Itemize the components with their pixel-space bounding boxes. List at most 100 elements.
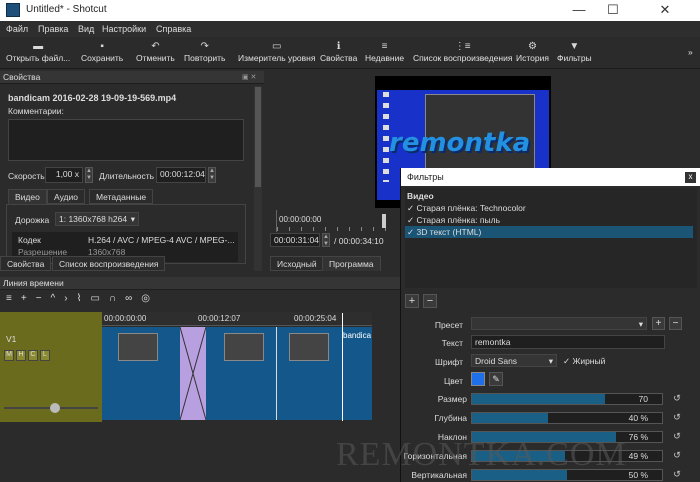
slider-bar[interactable]: 40 % — [471, 412, 663, 424]
append-icon[interactable]: + — [21, 293, 36, 304]
menu-help[interactable]: Справка — [156, 24, 191, 34]
redo-icon: ↷ — [200, 41, 209, 52]
tab-metadata[interactable]: Метаданные — [89, 189, 154, 204]
track-select[interactable]: 1: 1360x768 h264 ▾ — [55, 212, 139, 226]
mute-button[interactable]: M — [4, 350, 14, 361]
scrub-icon[interactable]: ◎ — [141, 293, 159, 304]
panel-float-close-icons[interactable]: ▣ ✕ — [242, 73, 256, 81]
timeline-clip[interactable] — [206, 327, 276, 420]
window-title: Untitled* - Shotcut — [26, 4, 107, 15]
preset-label: Пресет — [434, 320, 463, 330]
level-meter-button[interactable]: ▭ Измеритель уровня — [238, 40, 315, 63]
maximize-button[interactable]: ☐ — [596, 0, 630, 21]
timeline-clip[interactable]: bandica — [276, 327, 372, 420]
timeline-toolbar: ≡+−^›⌇▭∩∞◎ — [6, 293, 159, 304]
chevron-down-icon: ▾ — [548, 356, 553, 366]
reset-icon[interactable]: ↺ — [671, 431, 683, 443]
resolution-value: 1360x768 — [88, 247, 126, 256]
playhead-marker-icon[interactable] — [382, 214, 386, 228]
duration-label: Длительность — [99, 171, 155, 181]
timeline-playhead[interactable] — [342, 313, 343, 421]
bold-checkbox[interactable]: ✓ Жирный — [563, 356, 605, 367]
close-button[interactable]: ✕ — [630, 0, 700, 21]
tab-program[interactable]: Программа — [322, 256, 381, 271]
composite-button[interactable]: C — [27, 350, 38, 361]
eyedropper-icon[interactable]: ✎ — [489, 372, 503, 386]
position-spinner[interactable]: ▲ ▼ — [322, 233, 330, 247]
player-ruler[interactable]: 00:00:00:00 — [276, 210, 389, 232]
redo-button[interactable]: ↷ Повторить — [184, 40, 226, 63]
remove-icon[interactable]: − — [36, 293, 51, 304]
reset-icon[interactable]: ↺ — [671, 412, 683, 424]
menu-settings[interactable]: Настройки — [102, 24, 146, 34]
save-button[interactable]: ▪ Сохранить — [81, 40, 123, 63]
timeline-clip[interactable] — [102, 327, 180, 420]
menu-icon[interactable]: ≡ — [6, 293, 21, 304]
codec-value: H.264 / AVC / MPEG-4 AVC / MPEG-... — [88, 235, 235, 245]
comments-textarea[interactable] — [8, 119, 244, 161]
split-icon[interactable]: ⌇ — [77, 293, 91, 304]
filter-item-selected[interactable]: ✓ 3D текст (HTML) — [405, 226, 693, 238]
menu-file[interactable]: Файл — [6, 24, 28, 34]
reset-icon[interactable]: ↺ — [671, 393, 683, 405]
level-meter-icon: ▭ — [272, 41, 282, 52]
reset-icon[interactable]: ↺ — [671, 469, 683, 481]
playlist-icon: ⋮≡ — [454, 41, 471, 52]
properties-title: Свойства — [0, 71, 264, 84]
minimize-button[interactable]: — — [562, 0, 596, 21]
open-file-button[interactable]: ▬ Открыть файл... — [6, 40, 70, 63]
slider-value: 70 — [638, 394, 648, 404]
track-name: V1 — [6, 334, 17, 344]
zoom-slider-handle[interactable] — [50, 403, 60, 413]
overwrite-icon[interactable]: › — [64, 293, 76, 304]
timeline-ruler[interactable]: 00:00:00:00 00:00:12:07 00:00:25:04 — [102, 312, 372, 326]
filters-close-button[interactable]: x — [685, 172, 696, 183]
lift-icon[interactable]: ^ — [51, 293, 65, 304]
codec-label: Кодек — [18, 235, 41, 245]
undo-button[interactable]: ↶ Отменить — [136, 40, 175, 63]
snap-icon[interactable]: ∩ — [109, 293, 125, 304]
recent-button[interactable]: ≡ Недавние — [365, 40, 404, 63]
speed-input[interactable]: 1,00 x — [45, 167, 83, 183]
properties-button[interactable]: ℹ Свойства — [320, 40, 357, 63]
speed-spinner[interactable]: ▲ ▼ — [85, 167, 93, 183]
add-filter-button[interactable]: + — [405, 294, 419, 308]
delete-preset-button[interactable]: − — [669, 317, 682, 330]
filters-button[interactable]: ▼ Фильтры — [557, 40, 592, 63]
toolbar-overflow-button[interactable]: » — [688, 47, 693, 57]
tab-video[interactable]: Видео — [8, 189, 47, 204]
preset-select[interactable]: ▾ — [471, 317, 647, 330]
reset-icon[interactable]: ↺ — [671, 450, 683, 462]
tab-playlist-dock[interactable]: Список воспроизведения — [52, 256, 166, 271]
speed-label: Скорость — [8, 171, 45, 181]
filter-category: Видео — [407, 191, 434, 201]
timeline-title: Линия времени — [0, 277, 400, 290]
text-input[interactable]: remontka — [471, 335, 665, 349]
tab-source[interactable]: Исходный — [270, 256, 324, 271]
filter-item[interactable]: ✓ Старая плёнка: Technocolor — [405, 202, 693, 214]
filter-item[interactable]: ✓ Старая плёнка: пыль — [405, 214, 693, 226]
save-preset-button[interactable]: + — [652, 317, 665, 330]
color-swatch-button[interactable] — [471, 372, 485, 386]
hide-button[interactable]: H — [15, 350, 26, 361]
menu-edit[interactable]: Правка — [38, 24, 68, 34]
tab-audio[interactable]: Аудио — [47, 189, 85, 204]
ripple-icon[interactable]: ∞ — [125, 293, 141, 304]
font-select[interactable]: Droid Sans ▾ — [471, 354, 557, 367]
playlist-button[interactable]: ⋮≡ Список воспроизведения — [413, 40, 512, 63]
lock-button[interactable]: L — [39, 350, 50, 361]
position-input[interactable]: 00:00:31:04 — [270, 233, 320, 247]
history-button[interactable]: ⚙ История — [516, 40, 549, 63]
filters-panel: Фильтры x Видео ✓ Старая плёнка: Technoc… — [400, 168, 700, 482]
remove-filter-button[interactable]: − — [423, 294, 437, 308]
properties-panel: Свойства ▣ ✕ bandicam 2016-02-28 19-09-1… — [0, 71, 264, 273]
transition[interactable] — [179, 326, 207, 421]
properties-scrollbar[interactable] — [254, 86, 262, 271]
menu-view[interactable]: Вид — [78, 24, 94, 34]
recent-icon: ≡ — [381, 41, 388, 52]
duration-input[interactable]: 00:00:12:04 — [156, 167, 206, 183]
zoom-icon[interactable]: ▭ — [90, 293, 108, 304]
duration-spinner[interactable]: ▲ ▼ — [208, 167, 216, 183]
slider-bar[interactable]: 70 — [471, 393, 663, 405]
tab-properties-dock[interactable]: Свойства — [0, 256, 52, 271]
